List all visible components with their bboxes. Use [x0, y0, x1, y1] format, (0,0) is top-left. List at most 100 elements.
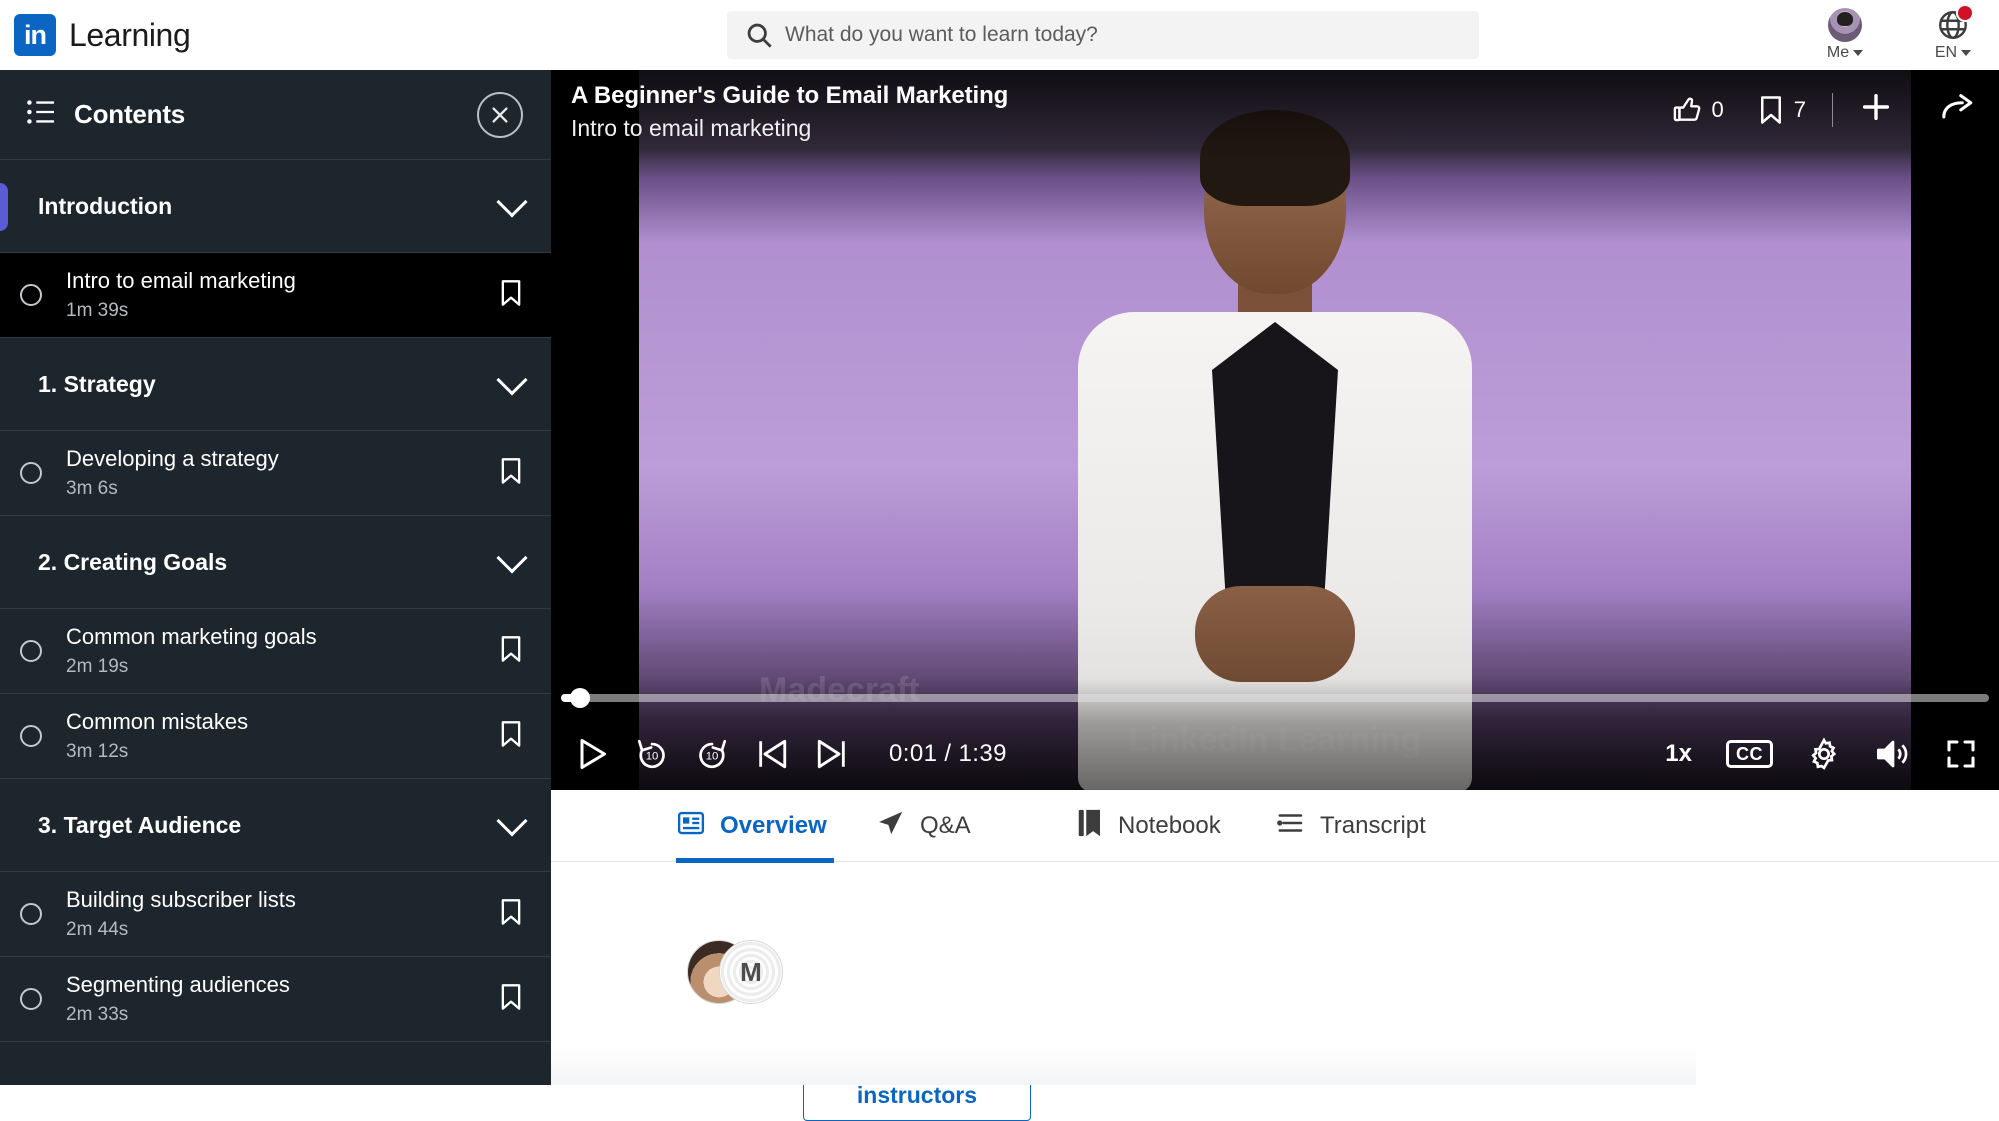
divider: [1832, 92, 1833, 127]
control-right-group: 1x CC: [1665, 737, 1977, 771]
tab-transcript[interactable]: Transcript: [1276, 790, 1476, 862]
close-icon[interactable]: [477, 91, 523, 138]
instructor-count: 2 instructors: [803, 1003, 918, 1026]
transcript-icon: [1276, 808, 1306, 843]
related-item-label: Exercise Files: [1124, 941, 1285, 969]
plus-icon[interactable]: [1859, 90, 1893, 129]
linkedin-icon: in: [14, 14, 56, 56]
fullscreen-icon[interactable]: [1945, 738, 1977, 770]
overview-icon: [676, 808, 706, 843]
nav-right-group: Me EN: [1811, 0, 1987, 70]
video-player[interactable]: Madecraft LinkedIn Learning A Beginner's…: [551, 70, 1999, 790]
course-detail-panel: Overview Q&A Notebook Transcript INSTRUCTOR…: [551, 790, 1999, 1121]
bookmark-button[interactable]: 7: [1758, 95, 1806, 125]
lesson-duration: 2m 44s: [66, 919, 129, 940]
lesson-status-icon: [20, 462, 42, 484]
search-icon: [745, 21, 773, 49]
contents-lesson-item[interactable]: Common mistakes 3m 12s: [0, 694, 551, 779]
top-navigation-bar: in Learning Me: [0, 0, 1999, 70]
section-title: 3. Target Audience: [38, 811, 242, 838]
bookmark-icon[interactable]: [499, 720, 523, 753]
lesson-status-icon: [20, 903, 42, 925]
chevron-down-icon[interactable]: [496, 364, 528, 396]
lesson-name: Common marketing goals: [66, 624, 317, 649]
bookmark-icon[interactable]: [499, 279, 523, 312]
section-title: 1. Strategy: [38, 370, 156, 397]
contents-lesson-item[interactable]: Common marketing goals 2m 19s: [0, 609, 551, 694]
tab-label: Overview: [720, 811, 827, 839]
bookmark-icon[interactable]: [499, 457, 523, 490]
related-item: Certificates · Show all: [1074, 993, 1425, 1024]
next-icon[interactable]: [815, 738, 849, 770]
chevron-down-icon[interactable]: [496, 186, 528, 218]
contents-lesson-item[interactable]: Intro to email marketing 1m 39s: [0, 253, 551, 338]
instructor-name: India Lott and Madecraft: [803, 940, 961, 995]
chevron-down-icon[interactable]: [496, 542, 528, 574]
rewind-10-icon[interactable]: 10: [635, 737, 669, 771]
instructors-caption: INSTRUCTORS: [687, 894, 845, 917]
search-bar[interactable]: [727, 11, 1479, 59]
course-title: A Beginner's Guide to Email Marketing: [571, 82, 1009, 109]
related-list: Exercise Files · Show all Certificates · Show…: [1074, 940, 1425, 1024]
gear-icon[interactable]: [1807, 737, 1841, 771]
notification-badge: [1956, 4, 1974, 22]
contents-section-header[interactable]: 1. Strategy: [0, 338, 551, 431]
contents-section-header[interactable]: 3. Target Audience: [0, 779, 551, 872]
chevron-down-icon[interactable]: [496, 805, 528, 837]
related-item-label: Certificates: [1124, 994, 1255, 1022]
search-input[interactable]: [785, 23, 1479, 47]
tab-notebook[interactable]: Notebook: [1076, 790, 1276, 862]
nav-item-language[interactable]: EN: [1919, 4, 1987, 62]
progress-scrubber[interactable]: [561, 688, 1989, 708]
contents-list: Introduction Intro to email marketing 1m 3…: [0, 160, 551, 1042]
section-title: Introduction: [38, 192, 173, 219]
nav-item-me[interactable]: Me: [1811, 8, 1879, 62]
bookmark-icon[interactable]: [499, 898, 523, 931]
like-button[interactable]: 0: [1672, 95, 1724, 125]
contents-lesson-item[interactable]: Segmenting audiences 2m 33s: [0, 957, 551, 1042]
volume-icon[interactable]: [1875, 738, 1911, 770]
contents-section-header[interactable]: Introduction: [0, 160, 551, 253]
instructors-section: INSTRUCTORS M India Lott and Madecraft 2…: [551, 894, 1031, 1121]
lesson-duration: 3m 12s: [66, 741, 129, 762]
captions-button[interactable]: CC: [1726, 740, 1773, 768]
certificate-icon: [1074, 993, 1106, 1024]
like-count: 0: [1711, 96, 1724, 122]
presenter-hands: [1195, 586, 1355, 682]
globe-icon: [1936, 4, 1974, 42]
playback-speed-button[interactable]: 1x: [1665, 740, 1692, 768]
contents-section-header[interactable]: 2. Creating Goals: [0, 516, 551, 609]
play-icon[interactable]: [573, 736, 609, 772]
tab-label: Transcript: [1320, 811, 1426, 839]
contents-lesson-item[interactable]: Developing a strategy 3m 6s: [0, 431, 551, 516]
lesson-text: Common marketing goals 2m 19s: [66, 624, 317, 678]
nav-me-label-wrap: Me: [1827, 44, 1864, 62]
previous-icon[interactable]: [755, 738, 789, 770]
contents-lesson-item[interactable]: Building subscriber lists 2m 44s: [0, 872, 551, 957]
chevron-down-icon: [1853, 50, 1864, 56]
tab-overview[interactable]: Overview: [676, 790, 876, 863]
lesson-duration: 3m 6s: [66, 478, 118, 499]
lesson-duration: 2m 33s: [66, 1004, 129, 1025]
send-icon: [876, 808, 906, 843]
bookmark-icon[interactable]: [499, 983, 523, 1016]
progress-thumb[interactable]: [570, 688, 590, 708]
lesson-status-icon: [20, 725, 42, 747]
forward-10-icon[interactable]: 10: [695, 737, 729, 771]
lesson-text: Developing a strategy 3m 6s: [66, 446, 279, 500]
time-display: 0:01 / 1:39: [889, 740, 1007, 767]
video-controls: 10 10 0:01 / 1:39 1x CC: [551, 678, 1999, 790]
avatar: M: [719, 940, 783, 1004]
show-all-link[interactable]: Show all: [1298, 995, 1395, 1023]
show-all-link[interactable]: Show all: [1327, 942, 1424, 970]
brand-name: Learning: [69, 16, 191, 53]
tab-q-a[interactable]: Q&A: [876, 790, 1076, 862]
section-title: 2. Creating Goals: [38, 548, 228, 575]
notebook-icon: [1076, 808, 1104, 843]
show-all-instructors-button[interactable]: Show all instructors: [803, 1043, 1031, 1121]
lesson-text: Common mistakes 3m 12s: [66, 709, 248, 763]
share-icon[interactable]: [1941, 92, 1975, 127]
brand-logo[interactable]: in Learning: [14, 14, 191, 56]
bookmark-icon[interactable]: [499, 635, 523, 668]
lesson-duration: 1m 39s: [66, 300, 129, 321]
